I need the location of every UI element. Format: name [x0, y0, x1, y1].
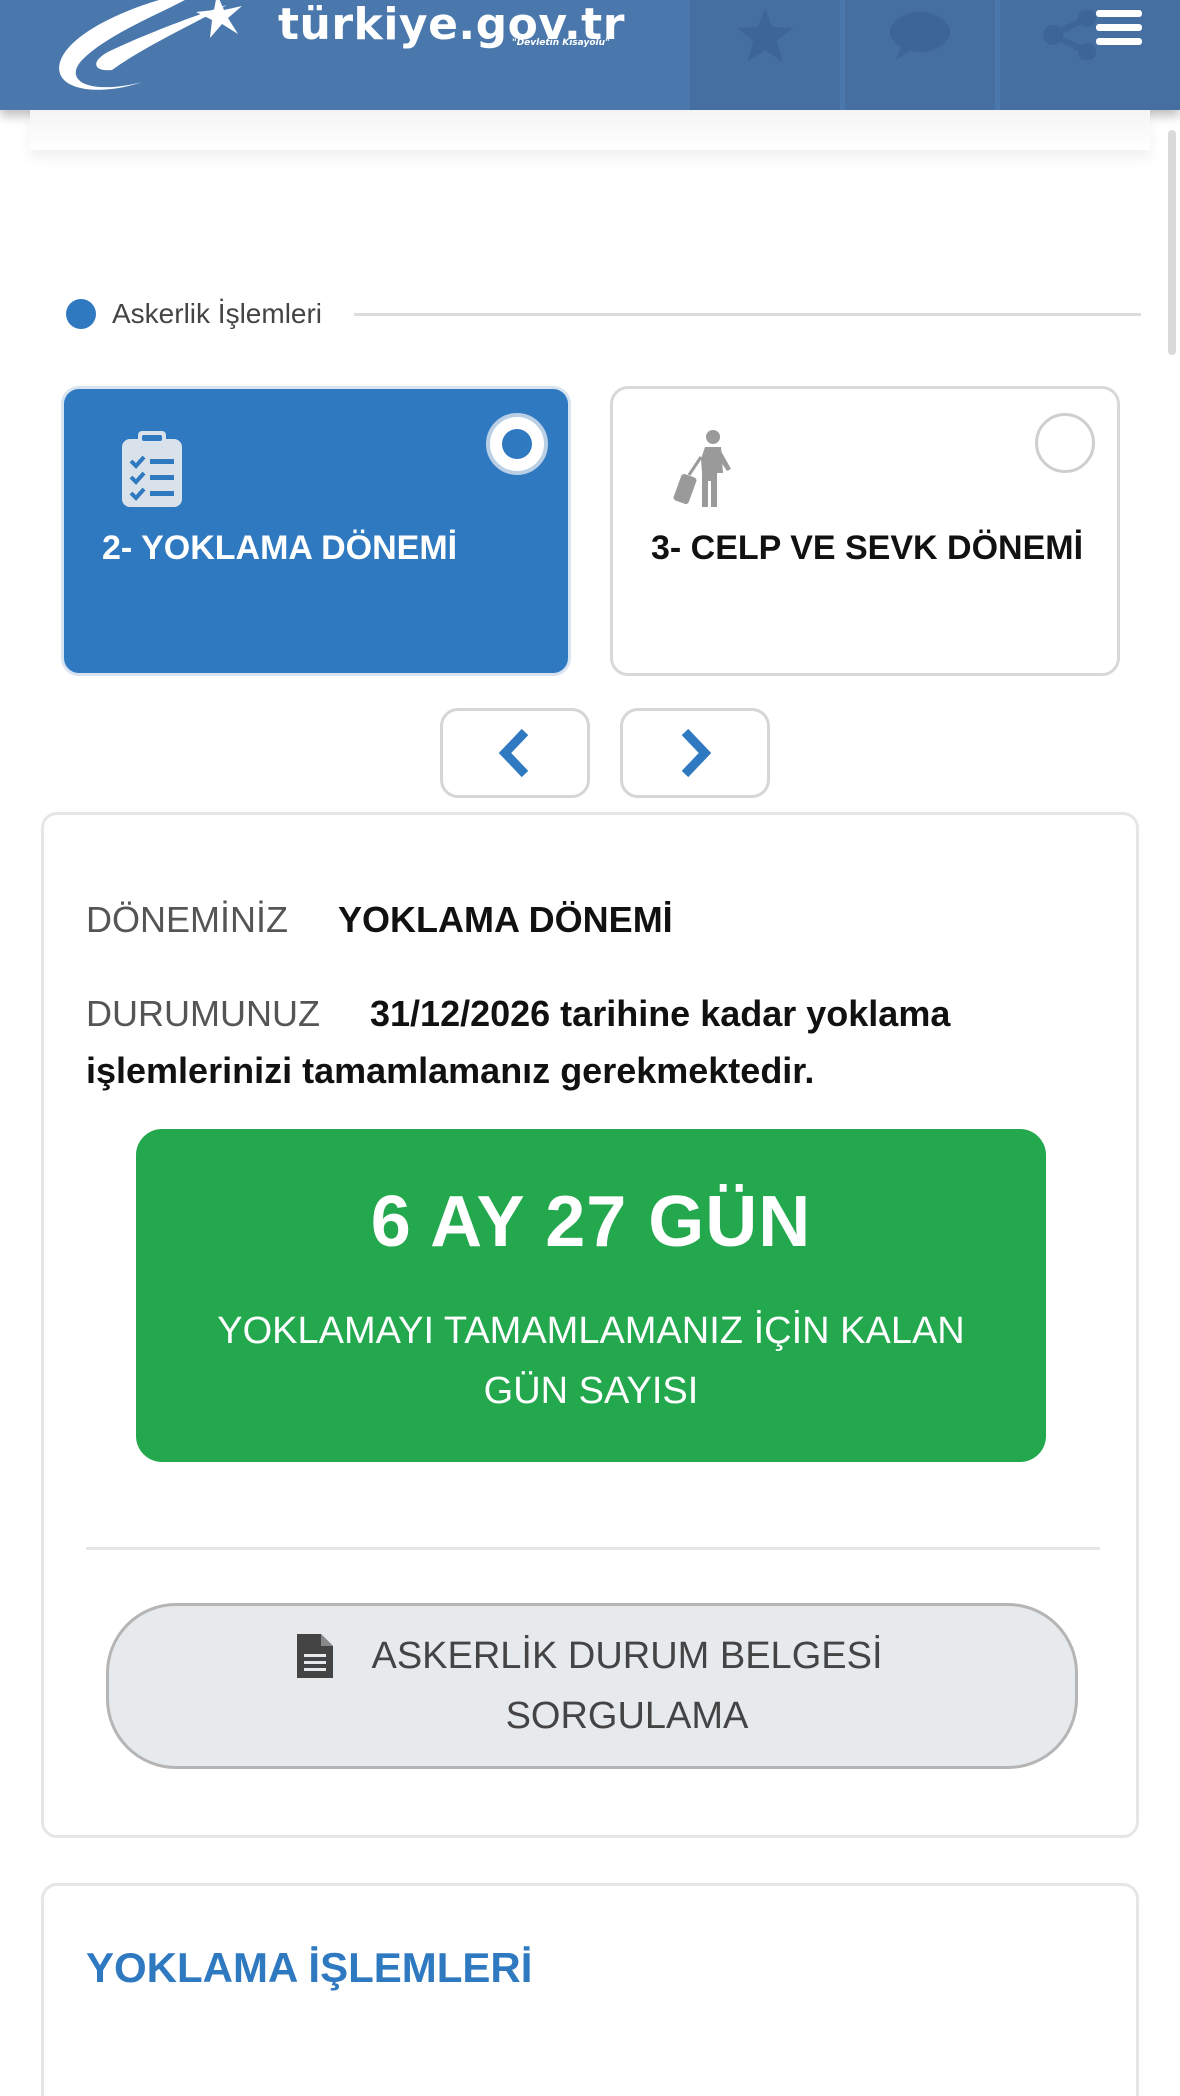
- section-heading: Askerlik İşlemleri: [66, 296, 1141, 332]
- period-card-title: 2- YOKLAMA DÖNEMİ: [102, 529, 458, 567]
- chat-icon: [890, 12, 950, 60]
- star-icon: [737, 8, 793, 62]
- hamburger-menu-icon: [1096, 10, 1142, 45]
- clipboard-checklist-icon: [122, 431, 182, 512]
- status-panel: DÖNEMİNİZ YOKLAMA DÖNEMİ DURUMUNUZ 31/12…: [41, 812, 1139, 1838]
- military-status-document-button[interactable]: ASKERLİK DURUM BELGESİ SORGULAMA: [106, 1603, 1078, 1769]
- yoklama-operations-panel: YOKLAMA İŞLEMLERİ: [41, 1883, 1139, 2096]
- chevron-left-icon: [498, 728, 529, 778]
- chevron-right-icon: [681, 728, 712, 778]
- document-button-label: ASKERLİK DURUM BELGESİ SORGULAMA: [371, 1635, 883, 1737]
- period-card-celp-sevk[interactable]: 3- CELP VE SEVK DÖNEMİ: [610, 386, 1120, 676]
- radio-unselected[interactable]: [1035, 413, 1095, 473]
- status-row: DURUMUNUZ 31/12/2026 tarihine kadar yokl…: [86, 985, 1046, 1099]
- traveler-luggage-icon: [671, 429, 737, 514]
- yoklama-operations-title: YOKLAMA İŞLEMLERİ: [86, 1944, 533, 1991]
- carousel-next-button[interactable]: [620, 708, 770, 798]
- share-button[interactable]: [1000, 0, 1180, 110]
- status-label: DURUMUNUZ: [86, 993, 320, 1034]
- period-card-yoklama[interactable]: 2- YOKLAMA DÖNEMİ: [61, 386, 571, 676]
- crescent-star-logo-icon: [59, 0, 242, 90]
- section-divider-line: [354, 312, 1141, 316]
- radio-selected[interactable]: [486, 413, 548, 475]
- favorites-button[interactable]: [690, 0, 840, 110]
- carousel-prev-button[interactable]: [440, 708, 590, 798]
- countdown-value: 6 AY 27 GÜN: [370, 1182, 812, 1262]
- feedback-button[interactable]: [845, 0, 995, 110]
- period-value: YOKLAMA DÖNEMİ: [338, 899, 673, 940]
- countdown-box: 6 AY 27 GÜN YOKLAMAYI TAMAMLAMANIZ İÇİN …: [136, 1129, 1046, 1462]
- header-shadow-strip: [30, 110, 1150, 150]
- turkiye-gov-logo[interactable]: türkiye.gov.tr "Devletin Kısayolu": [52, 0, 624, 95]
- period-card-title: 3- CELP VE SEVK DÖNEMİ: [651, 529, 1084, 567]
- top-header: türkiye.gov.tr "Devletin Kısayolu": [0, 0, 1180, 110]
- document-icon: [297, 1634, 333, 1678]
- section-dot-icon: [66, 299, 96, 329]
- section-label: Askerlik İşlemleri: [112, 298, 323, 329]
- logo-slogan: "Devletin Kısayolu": [512, 38, 610, 48]
- document-button-content: ASKERLİK DURUM BELGESİ SORGULAMA: [297, 1626, 887, 1746]
- period-row: DÖNEMİNİZ YOKLAMA DÖNEMİ: [86, 899, 673, 941]
- panel-divider: [86, 1547, 1100, 1550]
- scrollbar-thumb[interactable]: [1168, 130, 1176, 355]
- countdown-caption: YOKLAMAYI TAMAMLAMANIZ İÇİN KALAN GÜN SA…: [217, 1310, 965, 1412]
- share-icon: [1043, 10, 1096, 60]
- period-label: DÖNEMİNİZ: [86, 899, 288, 940]
- hamburger-menu-button[interactable]: [1094, 6, 1144, 56]
